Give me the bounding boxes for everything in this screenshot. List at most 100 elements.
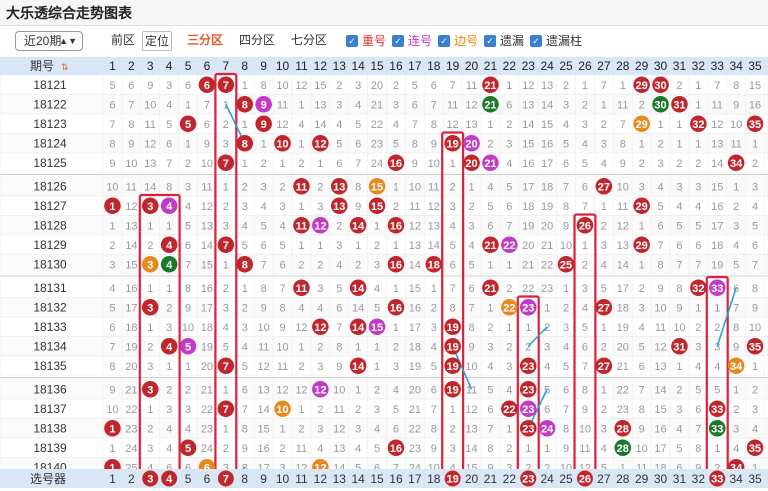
ball-number: 5 — [185, 119, 191, 131]
missing-value: 10 — [201, 158, 213, 170]
missing-value: 1 — [242, 158, 248, 170]
sort-icon[interactable]: ⇅ — [61, 62, 69, 72]
period-label: 18138 — [33, 422, 67, 436]
period-label: 18134 — [33, 340, 67, 354]
missing-value: 14 — [617, 260, 629, 272]
missing-value: 2 — [355, 404, 361, 416]
missing-value: 11 — [447, 100, 458, 112]
missing-value: 16 — [749, 100, 761, 112]
ball-number: 4 — [166, 240, 173, 252]
missing-value: 15 — [201, 260, 213, 272]
missing-value: 7 — [242, 404, 248, 416]
missing-value: 1 — [355, 240, 361, 252]
missing-value: 10 — [276, 342, 288, 354]
missing-value: 19 — [541, 201, 553, 213]
missing-value: 5 — [563, 361, 569, 373]
missing-value: 1 — [695, 303, 701, 315]
selector-number[interactable]: 9 — [260, 472, 267, 486]
selector-number[interactable]: 34 — [729, 472, 743, 486]
missing-value: 3 — [431, 322, 437, 334]
missing-value: 9 — [563, 221, 569, 233]
missing-value: 2 — [752, 158, 758, 170]
missing-value: 2 — [223, 283, 229, 295]
selector-number[interactable]: 12 — [314, 472, 328, 486]
missing-value: 8 — [487, 443, 493, 455]
missing-value: 1 — [695, 80, 701, 92]
selector-number[interactable]: 21 — [484, 472, 498, 486]
missing-value: 2 — [450, 182, 456, 194]
selector-ball-number: 4 — [166, 474, 173, 486]
selector-number[interactable]: 18 — [427, 472, 441, 486]
selector-number[interactable]: 14 — [351, 472, 365, 486]
missing-value: 24 — [125, 443, 137, 455]
missing-value: 4 — [733, 443, 739, 455]
selector-number[interactable]: 30 — [654, 472, 668, 486]
ball-number: 19 — [447, 341, 459, 353]
missing-value: 3 — [676, 404, 682, 416]
ball-number: 14 — [352, 361, 365, 373]
missing-value: 3 — [109, 260, 115, 272]
missing-value: 1 — [393, 283, 399, 295]
missing-value: 5 — [166, 119, 172, 131]
selector-number[interactable]: 25 — [559, 472, 573, 486]
selector-number[interactable]: 29 — [635, 472, 649, 486]
missing-value: 17 — [541, 158, 553, 170]
missing-value: 6 — [336, 303, 342, 315]
column-header: 14 — [351, 59, 365, 73]
selector-number[interactable]: 27 — [597, 472, 611, 486]
missing-value: 8 — [355, 182, 361, 194]
missing-value: 2 — [676, 158, 682, 170]
missing-value: 11 — [617, 201, 628, 213]
selector-number[interactable]: 20 — [465, 472, 479, 486]
selector-number[interactable]: 8 — [241, 472, 248, 486]
missing-value: 3 — [223, 221, 229, 233]
ball-number: 30 — [654, 80, 666, 92]
missing-value: 7 — [563, 404, 569, 416]
missing-value: 1 — [506, 322, 512, 334]
missing-value: 1 — [582, 80, 588, 92]
missing-value: 9 — [620, 158, 626, 170]
ball-number: 22 — [503, 404, 515, 416]
selector-number[interactable]: 10 — [276, 472, 290, 486]
missing-value: 1 — [506, 260, 512, 272]
missing-value: 18 — [409, 342, 421, 354]
missing-value: 5 — [393, 404, 399, 416]
missing-value: 11 — [712, 100, 723, 112]
selector-number[interactable]: 22 — [503, 472, 517, 486]
missing-value: 4 — [166, 100, 172, 112]
selector-ball-number: 33 — [711, 474, 723, 486]
missing-value: 2 — [601, 404, 607, 416]
missing-value: 2 — [223, 119, 229, 131]
selector-number[interactable]: 6 — [204, 472, 211, 486]
missing-value: 9 — [733, 100, 739, 112]
selector-number[interactable]: 15 — [370, 472, 384, 486]
selector-number[interactable]: 13 — [333, 472, 347, 486]
missing-value: 2 — [298, 361, 304, 373]
missing-value: 5 — [393, 139, 399, 151]
selector-number[interactable]: 35 — [748, 472, 762, 486]
period-label: 18126 — [33, 180, 67, 194]
selector-number[interactable]: 32 — [692, 472, 706, 486]
missing-value: 7 — [204, 100, 210, 112]
selector-number[interactable]: 17 — [408, 472, 422, 486]
selector-number[interactable]: 16 — [389, 472, 403, 486]
selector-number[interactable]: 1 — [109, 472, 116, 486]
ball-number: 32 — [692, 283, 704, 295]
selector-number[interactable]: 31 — [673, 472, 687, 486]
ball-number: 3 — [147, 201, 153, 213]
missing-value: 2 — [242, 303, 248, 315]
missing-value: 15 — [541, 119, 553, 131]
missing-value: 2 — [601, 342, 607, 354]
ball-number: 33 — [711, 423, 723, 435]
missing-value: 2 — [468, 201, 474, 213]
selector-number[interactable]: 28 — [616, 472, 630, 486]
selector-number[interactable]: 2 — [128, 472, 135, 486]
selector-number[interactable]: 24 — [540, 472, 554, 486]
missing-value: 11 — [277, 361, 288, 373]
missing-value: 1 — [223, 182, 229, 194]
missing-value: 1 — [185, 100, 191, 112]
selector-number[interactable]: 5 — [185, 472, 192, 486]
selector-number[interactable]: 11 — [295, 472, 308, 486]
missing-value: 10 — [182, 322, 194, 334]
column-header: 15 — [370, 59, 384, 73]
